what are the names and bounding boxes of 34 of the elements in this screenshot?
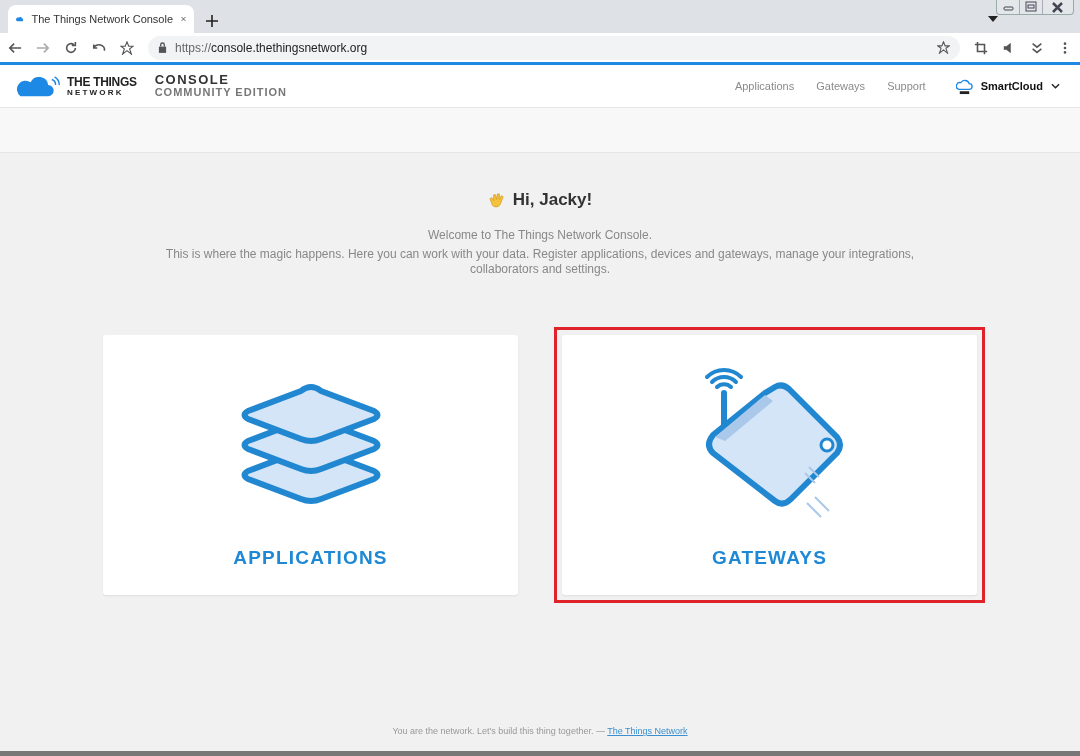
- back-icon[interactable]: [8, 40, 22, 55]
- cloud-avatar-icon: [955, 77, 973, 95]
- crop-icon[interactable]: [974, 40, 988, 55]
- lock-icon: [158, 42, 167, 53]
- url-text: https://console.thethingsnetwork.org: [175, 40, 368, 55]
- browser-tab[interactable]: The Things Network Console: [8, 5, 194, 33]
- chevron-down-icon: [1051, 83, 1060, 89]
- dropdown-icon[interactable]: [988, 16, 998, 22]
- reload-icon[interactable]: [64, 40, 78, 55]
- tab-title: The Things Network Console: [31, 13, 174, 25]
- nav-link[interactable]: Gateways: [816, 80, 866, 92]
- logo-text: THE THINGS: [67, 75, 137, 88]
- star-icon[interactable]: [937, 41, 950, 54]
- nav-link[interactable]: Applications: [734, 80, 795, 92]
- cloud-logo-icon: [14, 74, 62, 98]
- cloud-icon: [16, 15, 24, 23]
- dashboard-card[interactable]: APPLICATIONS: [103, 335, 518, 595]
- nav-link[interactable]: Support: [887, 80, 926, 92]
- double-chevron-icon[interactable]: [1030, 40, 1044, 55]
- address-bar[interactable]: https://console.thethingsnetwork.org: [148, 35, 960, 60]
- logo-subtext: NETWORK: [67, 88, 125, 97]
- new-tab-icon[interactable]: [206, 15, 218, 27]
- user-menu[interactable]: SmartCloud: [955, 77, 1060, 95]
- dashboard-card[interactable]: GATEWAYS: [562, 335, 977, 595]
- greeting: Hi, Jacky!: [512, 190, 593, 210]
- product-subtitle: COMMUNITY EDITION: [154, 87, 287, 99]
- welcome-text: Welcome to The Things Network Console.: [427, 228, 653, 242]
- star-icon[interactable]: [120, 40, 134, 55]
- close-icon[interactable]: [181, 15, 186, 23]
- footer-link[interactable]: The Things Network: [607, 726, 688, 736]
- product-title: CONSOLE: [154, 73, 231, 88]
- intro-text: This is where the magic happens. Here you can work with your data. Register applications, devices and gateways, manage your integrations, collaborators and settings.: [165, 247, 915, 277]
- waving-hand-icon: [487, 191, 505, 209]
- footer-text: You are the network. Let's build this thing together. — The Things Network: [392, 726, 688, 736]
